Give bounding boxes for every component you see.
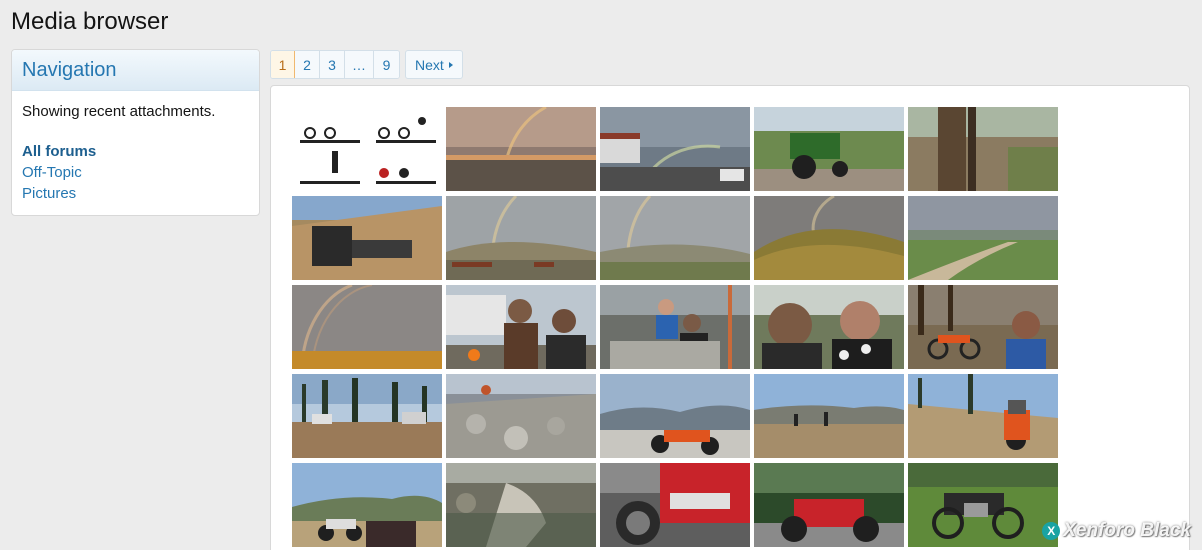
thumbnail-rainbow-over-parking-lot-sunset[interactable] <box>446 107 596 191</box>
thumbnail-dirt-bike-on-trail[interactable] <box>908 374 1058 458</box>
thumbnail-campground-with-tents[interactable] <box>292 374 442 458</box>
thumbnail-red-sport-motorcycle-parked[interactable] <box>754 463 904 547</box>
thumbnail-rainbow-over-hill[interactable] <box>754 196 904 280</box>
thumbnail-rocky-creek[interactable] <box>446 463 596 547</box>
watermark: X Xenforo Black <box>1042 520 1191 542</box>
thumbnail-image <box>908 374 1058 458</box>
thumbnail-image <box>446 374 596 458</box>
sidebar-body: Showing recent attachments. All forums O… <box>12 91 259 214</box>
xenforo-logo-icon: X <box>1042 522 1061 540</box>
sidebar-links: All forums Off-Topic Pictures <box>22 141 249 204</box>
thumbnail-rainbow-over-street[interactable] <box>600 107 750 191</box>
page-button-2[interactable]: 2 <box>295 51 320 78</box>
thumbnail-image <box>754 107 904 191</box>
sidebar-link-off-topic[interactable]: Off-Topic <box>22 162 249 183</box>
page-number-group: 1 2 3 … 9 <box>270 50 400 79</box>
sidebar-note: Showing recent attachments. <box>22 103 216 120</box>
thumbnail-tractor-mower-on-hillside[interactable] <box>292 196 442 280</box>
thumbnail-black-scrambler-on-grass[interactable] <box>908 463 1058 547</box>
caret-right-icon <box>448 61 453 68</box>
navigation-sidebar: Navigation Showing recent attachments. A… <box>11 49 260 216</box>
watermark-text: Xenforo Black <box>1063 520 1191 541</box>
thumbnail-image <box>292 196 442 280</box>
page-button-3[interactable]: 3 <box>320 51 345 78</box>
thumbnail-people-at-campsite-table[interactable] <box>600 285 750 369</box>
media-gallery <box>270 85 1190 550</box>
thumbnail-green-tractor-on-road[interactable] <box>754 107 904 191</box>
thumbnail-grid <box>292 107 1058 547</box>
thumbnail-motorcycle-riding-positions-chart[interactable] <box>292 107 442 191</box>
page-title: Media browser <box>11 8 169 35</box>
thumbnail-image <box>600 463 750 547</box>
thumbnail-image <box>600 285 750 369</box>
pagination: 1 2 3 … 9 Next <box>270 50 463 79</box>
next-page-label: Next <box>415 56 444 73</box>
thumbnail-rainbow-over-field[interactable] <box>600 196 750 280</box>
thumbnail-image <box>754 463 904 547</box>
thumbnail-image <box>908 107 1058 191</box>
thumbnail-selfie-two-men-in-forest[interactable] <box>754 285 904 369</box>
thumbnail-image <box>446 285 596 369</box>
thumbnail-bikes-on-mountain-plateau[interactable] <box>754 374 904 458</box>
thumbnail-image <box>754 374 904 458</box>
page-button-9[interactable]: 9 <box>374 51 399 78</box>
thumbnail-dirt-bikes-mountain-view[interactable] <box>600 374 750 458</box>
thumbnail-image <box>754 285 904 369</box>
sidebar-link-all-forums[interactable]: All forums <box>22 141 249 162</box>
thumbnail-image <box>292 463 442 547</box>
thumbnail-selfie-two-men-by-trailer[interactable] <box>446 285 596 369</box>
thumbnail-rainbow-over-pasture-cattle[interactable] <box>446 196 596 280</box>
page-jump-ellipsis[interactable]: … <box>345 51 374 78</box>
sidebar-heading: Navigation <box>12 50 259 91</box>
thumbnail-image <box>292 107 442 191</box>
thumbnail-image <box>600 374 750 458</box>
thumbnail-dirt-bike-selfie-in-forest[interactable] <box>908 285 1058 369</box>
thumbnail-image <box>908 285 1058 369</box>
thumbnail-image <box>292 285 442 369</box>
thumbnail-wooden-post-closeup[interactable] <box>908 107 1058 191</box>
thumbnail-image <box>446 463 596 547</box>
thumbnail-image <box>292 374 442 458</box>
thumbnail-cloudy-sky-dirt-road[interactable] <box>908 196 1058 280</box>
thumbnail-image <box>908 463 1058 547</box>
thumbnail-image <box>754 196 904 280</box>
thumbnail-image <box>908 196 1058 280</box>
next-page-button[interactable]: Next <box>405 50 463 79</box>
thumbnail-image <box>446 107 596 191</box>
thumbnail-rider-on-rocky-hill[interactable] <box>446 374 596 458</box>
thumbnail-red-sport-motorcycle-closeup[interactable] <box>600 463 750 547</box>
thumbnail-adventure-bikes-mountain[interactable] <box>292 463 442 547</box>
thumbnail-image <box>446 196 596 280</box>
thumbnail-image <box>600 107 750 191</box>
thumbnail-image <box>600 196 750 280</box>
page-button-1[interactable]: 1 <box>271 51 295 78</box>
thumbnail-double-rainbow-sky[interactable] <box>292 285 442 369</box>
sidebar-link-pictures[interactable]: Pictures <box>22 183 249 204</box>
